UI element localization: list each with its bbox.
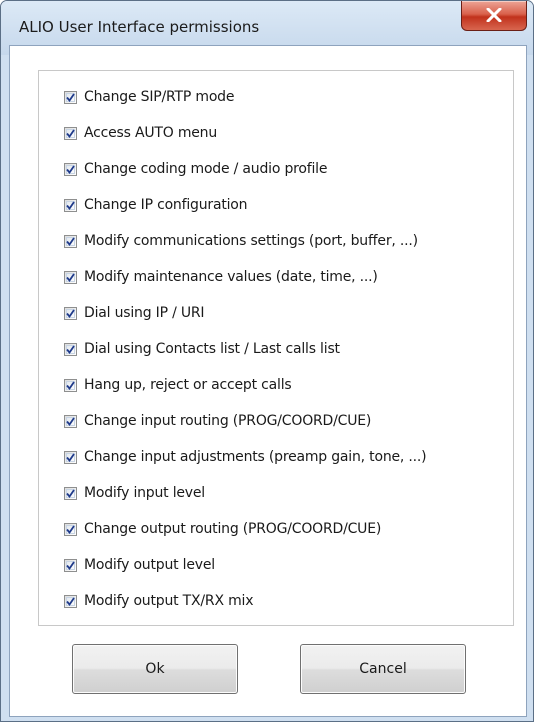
close-icon xyxy=(486,8,502,22)
checkmark-icon xyxy=(66,560,75,570)
permission-checkbox[interactable] xyxy=(64,450,77,464)
checkmark-icon xyxy=(66,452,75,462)
permission-checkbox[interactable] xyxy=(64,486,77,500)
permission-dial-using-ip-uri[interactable]: Dial using IP / URI xyxy=(64,303,205,323)
permission-label: Dial using IP / URI xyxy=(84,305,205,321)
permission-change-input-adjustments[interactable]: Change input adjustments (preamp gain, t… xyxy=(64,447,427,467)
permission-checkbox[interactable] xyxy=(64,270,77,284)
permission-modify-communications-settings[interactable]: Modify communications settings (port, bu… xyxy=(64,231,418,251)
checkmark-icon xyxy=(66,128,75,138)
permission-checkbox[interactable] xyxy=(64,378,77,392)
cancel-button[interactable]: Cancel xyxy=(300,644,466,694)
window-title: ALIO User Interface permissions xyxy=(19,18,260,36)
checkmark-icon xyxy=(66,164,75,174)
permission-checkbox[interactable] xyxy=(64,234,77,248)
permission-label: Change IP configuration xyxy=(84,197,248,213)
permission-change-input-routing[interactable]: Change input routing (PROG/COORD/CUE) xyxy=(64,411,371,431)
permission-label: Access AUTO menu xyxy=(84,125,218,141)
ok-button[interactable]: Ok xyxy=(72,644,238,694)
permission-change-coding-mode[interactable]: Change coding mode / audio profile xyxy=(64,159,327,179)
permission-label: Modify communications settings (port, bu… xyxy=(84,233,418,249)
permission-label: Change SIP/RTP mode xyxy=(84,89,235,105)
permission-label: Hang up, reject or accept calls xyxy=(84,377,292,393)
permission-checkbox[interactable] xyxy=(64,90,77,104)
checkmark-icon xyxy=(66,416,75,426)
checkmark-icon xyxy=(66,488,75,498)
permission-change-ip-configuration[interactable]: Change IP configuration xyxy=(64,195,248,215)
permission-modify-input-level[interactable]: Modify input level xyxy=(64,483,205,503)
checkmark-icon xyxy=(66,308,75,318)
checkmark-icon xyxy=(66,272,75,282)
checkmark-icon xyxy=(66,200,75,210)
permission-access-auto-menu[interactable]: Access AUTO menu xyxy=(64,123,217,143)
permission-modify-output-txrx-mix[interactable]: Modify output TX/RX mix xyxy=(64,591,254,611)
permission-modify-output-level[interactable]: Modify output level xyxy=(64,555,215,575)
permission-checkbox[interactable] xyxy=(64,594,77,608)
permission-checkbox[interactable] xyxy=(64,126,77,140)
checkmark-icon xyxy=(66,92,75,102)
dialog-content: Change SIP/RTP mode Access AUTO menu Cha… xyxy=(9,45,527,717)
checkmark-icon xyxy=(66,380,75,390)
permission-checkbox[interactable] xyxy=(64,162,77,176)
permission-checkbox[interactable] xyxy=(64,342,77,356)
permission-checkbox[interactable] xyxy=(64,522,77,536)
permission-label: Modify maintenance values (date, time, .… xyxy=(84,269,378,285)
checkmark-icon xyxy=(66,344,75,354)
permission-label: Modify output level xyxy=(84,557,215,573)
permission-label: Change input adjustments (preamp gain, t… xyxy=(84,449,427,465)
permission-hang-up-reject-accept[interactable]: Hang up, reject or accept calls xyxy=(64,375,292,395)
permission-dial-using-contacts[interactable]: Dial using Contacts list / Last calls li… xyxy=(64,339,340,359)
permission-label: Change input routing (PROG/COORD/CUE) xyxy=(84,413,372,429)
checkmark-icon xyxy=(66,236,75,246)
permission-label: Modify input level xyxy=(84,485,205,501)
checkmark-icon xyxy=(66,524,75,534)
permissions-group: Change SIP/RTP mode Access AUTO menu Cha… xyxy=(38,70,514,626)
permission-label: Dial using Contacts list / Last calls li… xyxy=(84,341,340,357)
permission-modify-maintenance-values[interactable]: Modify maintenance values (date, time, .… xyxy=(64,267,378,287)
permissions-dialog: ALIO User Interface permissions Change S… xyxy=(0,0,534,722)
permission-checkbox[interactable] xyxy=(64,558,77,572)
permission-label: Change coding mode / audio profile xyxy=(84,161,328,177)
close-button[interactable] xyxy=(461,1,527,31)
permission-change-output-routing[interactable]: Change output routing (PROG/COORD/CUE) xyxy=(64,519,381,539)
permission-checkbox[interactable] xyxy=(64,414,77,428)
checkmark-icon xyxy=(66,596,75,606)
permission-label: Change output routing (PROG/COORD/CUE) xyxy=(84,521,382,537)
permission-checkbox[interactable] xyxy=(64,198,77,212)
permission-change-sip-rtp-mode[interactable]: Change SIP/RTP mode xyxy=(64,87,234,107)
permission-label: Modify output TX/RX mix xyxy=(84,593,254,609)
permission-checkbox[interactable] xyxy=(64,306,77,320)
